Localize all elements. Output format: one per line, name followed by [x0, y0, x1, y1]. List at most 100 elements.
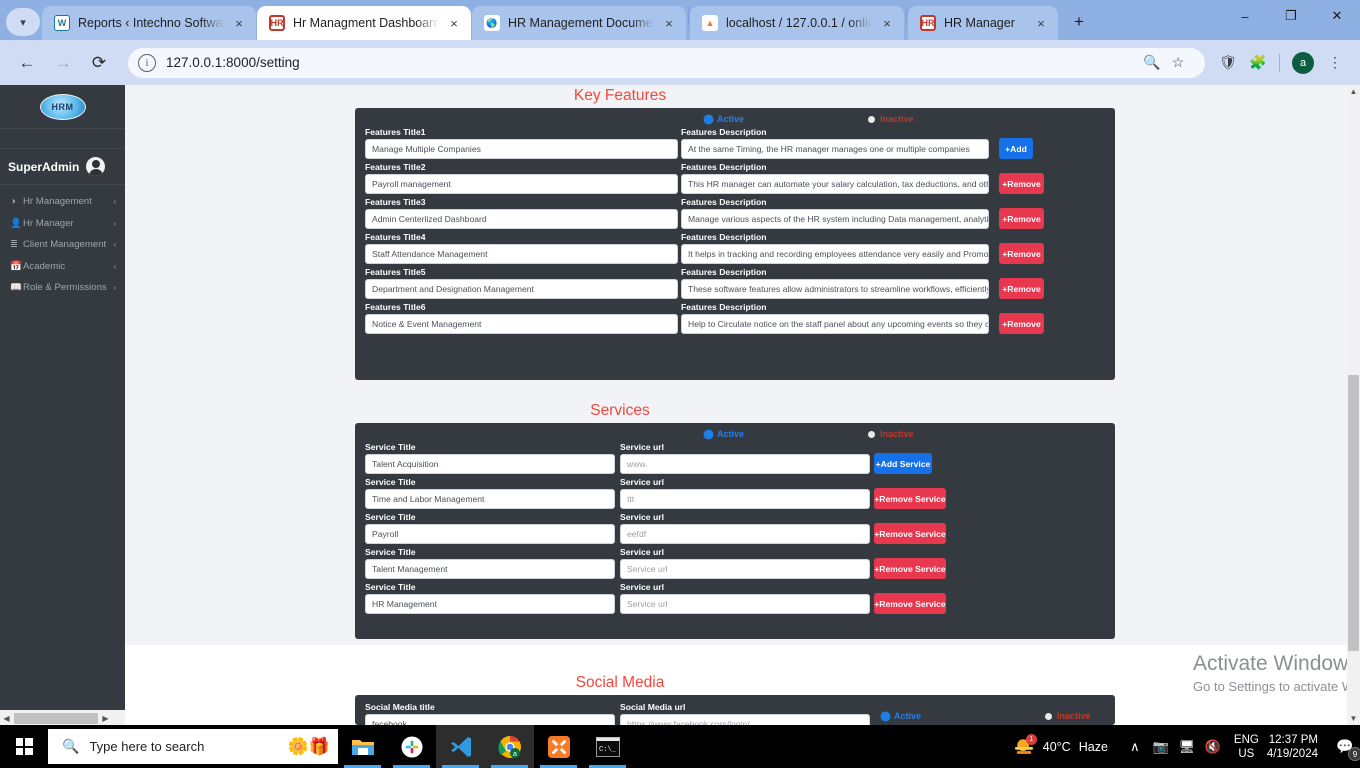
start-button[interactable]	[0, 725, 48, 768]
tab-close-button[interactable]: ×	[230, 16, 248, 31]
browser-tab-0[interactable]: W Reports ‹ Intechno Software ×	[42, 6, 256, 40]
browser-tab-1-active[interactable]: HR Hr Managment Dashboard ×	[257, 6, 471, 40]
feature-description-input[interactable]: Manage various aspects of the HR system …	[681, 209, 989, 229]
social-media-inactive-radio[interactable]: Inactive	[1045, 711, 1091, 721]
reload-button[interactable]: ⟳	[82, 46, 116, 80]
key-features-inactive-radio[interactable]: Inactive	[868, 114, 914, 124]
service-url-input[interactable]: Service url	[620, 594, 870, 614]
add-service-button[interactable]: +Add Service	[874, 453, 932, 474]
profile-avatar[interactable]: a	[1292, 51, 1314, 74]
scroll-down-arrow-icon[interactable]: ▼	[1347, 712, 1360, 725]
sidebar-horizontal-scrollbar[interactable]: ◀ ▶	[0, 710, 125, 725]
camera-icon[interactable]: 📷	[1148, 739, 1174, 755]
feature-title-input[interactable]: Payroll management	[365, 174, 678, 194]
taskbar-search[interactable]: 🔍 Type here to search 🌼🎁	[48, 729, 338, 764]
language-indicator[interactable]: ENG US	[1234, 733, 1259, 761]
feature-title-input[interactable]: Admin Centerlized Dashboard	[365, 209, 678, 229]
scroll-right-arrow-icon[interactable]: ▶	[99, 714, 112, 723]
taskbar-app-command-prompt[interactable]: C:\_	[583, 725, 632, 768]
browser-menu-icon[interactable]: ⋮	[1320, 48, 1350, 78]
address-bar[interactable]: i 127.0.0.1:8000/setting 🔍 ☆	[128, 47, 1205, 78]
scroll-left-arrow-icon[interactable]: ◀	[0, 714, 13, 723]
site-info-icon[interactable]: i	[138, 53, 156, 72]
feature-description-input[interactable]: Help to Circulate notice on the staff pa…	[681, 314, 989, 334]
tab-close-button[interactable]: ×	[660, 16, 678, 31]
feature-title-input[interactable]: Staff Attendance Management	[365, 244, 678, 264]
remove-service-button[interactable]: +Remove Service	[874, 593, 946, 614]
browser-tab-4[interactable]: HR HR Manager ×	[908, 6, 1058, 40]
remove-service-button[interactable]: +Remove Service	[874, 523, 946, 544]
taskbar-app-xampp[interactable]	[534, 725, 583, 768]
avatar[interactable]	[86, 157, 106, 176]
services-inactive-radio[interactable]: Inactive	[868, 429, 914, 439]
taskbar-app-slack[interactable]	[387, 725, 436, 768]
new-tab-button[interactable]: +	[1065, 8, 1093, 36]
minimize-button[interactable]: –	[1222, 0, 1268, 32]
feature-description-input[interactable]: It helps in tracking and recording emplo…	[681, 244, 989, 264]
taskbar-app-chrome[interactable]: a	[485, 725, 534, 768]
weather-widget[interactable]: 1 40°C Haze	[1013, 733, 1108, 757]
tab-close-button[interactable]: ×	[1032, 16, 1050, 31]
add-feature-button[interactable]: +Add	[999, 138, 1033, 159]
back-button[interactable]: ←	[10, 46, 44, 80]
feature-description-input[interactable]: These software features allow administra…	[681, 279, 989, 299]
service-title-input[interactable]: Talent Acquisition	[365, 454, 615, 474]
sidebar-item-academic[interactable]: 📅 Academic ‹	[0, 256, 125, 278]
key-features-active-radio[interactable]: Active	[705, 114, 744, 124]
browser-tab-3[interactable]: ▲ localhost / 127.0.0.1 / online ×	[690, 6, 904, 40]
social-media-active-radio[interactable]: Active	[882, 711, 921, 721]
network-icon[interactable]: 🖥	[1174, 739, 1200, 755]
feature-description-input[interactable]: This HR manager can automate your salary…	[681, 174, 989, 194]
feature-title-input[interactable]: Notice & Event Management	[365, 314, 678, 334]
shield-icon[interactable]: 🛡	[1213, 48, 1243, 78]
social-media-title-input[interactable]: fecebook	[365, 714, 615, 725]
zoom-out-icon[interactable]: 🔍	[1139, 54, 1165, 71]
sidebar-item-hr-manager[interactable]: 👤 Hr Manager ‹	[0, 213, 125, 235]
remove-service-button[interactable]: +Remove Service	[874, 558, 946, 579]
remove-feature-button[interactable]: +Remove	[999, 208, 1044, 229]
maximize-button[interactable]: ❐	[1268, 0, 1314, 32]
service-url-input[interactable]: www.	[620, 454, 870, 474]
feature-title-label: Features Title5	[365, 267, 426, 277]
feature-description-input[interactable]: At the same Timing, the HR manager manag…	[681, 139, 989, 159]
feature-title-input[interactable]: Department and Designation Management	[365, 279, 678, 299]
feature-title-input[interactable]: Manage Multiple Companies	[365, 139, 678, 159]
notification-center-button[interactable]: 💬 9	[1330, 738, 1360, 761]
tab-close-button[interactable]: ×	[878, 16, 896, 31]
social-media-url-input[interactable]: https://www.facebook.com/login/	[620, 714, 870, 725]
scrollbar-thumb[interactable]	[14, 712, 98, 724]
clock[interactable]: 12:37 PM 4/19/2024	[1267, 733, 1318, 761]
service-title-input[interactable]: Payroll	[365, 524, 615, 544]
remove-service-button[interactable]: +Remove Service	[874, 488, 946, 509]
sidebar-user[interactable]: SuperAdmin	[0, 149, 125, 185]
service-url-input[interactable]: ttt	[620, 489, 870, 509]
star-icon[interactable]: ☆	[1165, 54, 1191, 71]
service-title-input[interactable]: Talent Management	[365, 559, 615, 579]
volume-muted-icon[interactable]: 🔇	[1200, 739, 1226, 755]
close-window-button[interactable]: ✕	[1314, 0, 1360, 32]
tab-close-button[interactable]: ×	[445, 16, 463, 31]
services-active-radio[interactable]: Active	[705, 429, 744, 439]
sidebar-item-hr-management[interactable]: ◑ Hr Management ‹	[0, 191, 125, 213]
extensions-icon[interactable]: 🧩	[1243, 48, 1273, 78]
remove-feature-button[interactable]: +Remove	[999, 173, 1044, 194]
tab-search-dropdown-icon[interactable]: ▾	[6, 8, 40, 36]
taskbar-app-vscode[interactable]	[436, 725, 485, 768]
sidebar-item-role-permissions[interactable]: 📖 Role & Permissions ‹	[0, 277, 125, 299]
show-hidden-icons-chevron-icon[interactable]: ∧	[1122, 739, 1148, 755]
remove-feature-button[interactable]: +Remove	[999, 243, 1044, 264]
sidebar-item-client-management[interactable]: ≣ Client Management ‹	[0, 234, 125, 256]
service-title-input[interactable]: HR Management	[365, 594, 615, 614]
remove-feature-button[interactable]: +Remove	[999, 313, 1044, 334]
service-title-input[interactable]: Time and Labor Management	[365, 489, 615, 509]
taskbar-app-file-explorer[interactable]	[338, 725, 387, 768]
remove-feature-button[interactable]: +Remove	[999, 278, 1044, 299]
forward-button[interactable]: →	[46, 46, 80, 80]
scroll-up-arrow-icon[interactable]: ▲	[1347, 85, 1360, 98]
page-vertical-scrollbar[interactable]: ▲ ▼	[1347, 85, 1360, 725]
scrollbar-thumb[interactable]	[1348, 375, 1359, 651]
browser-tab-2[interactable]: 🌎 HR Management Documen ×	[472, 6, 686, 40]
service-url-input[interactable]: eefdf	[620, 524, 870, 544]
sidebar-brand[interactable]: HRM	[0, 85, 125, 129]
service-url-input[interactable]: Service url	[620, 559, 870, 579]
